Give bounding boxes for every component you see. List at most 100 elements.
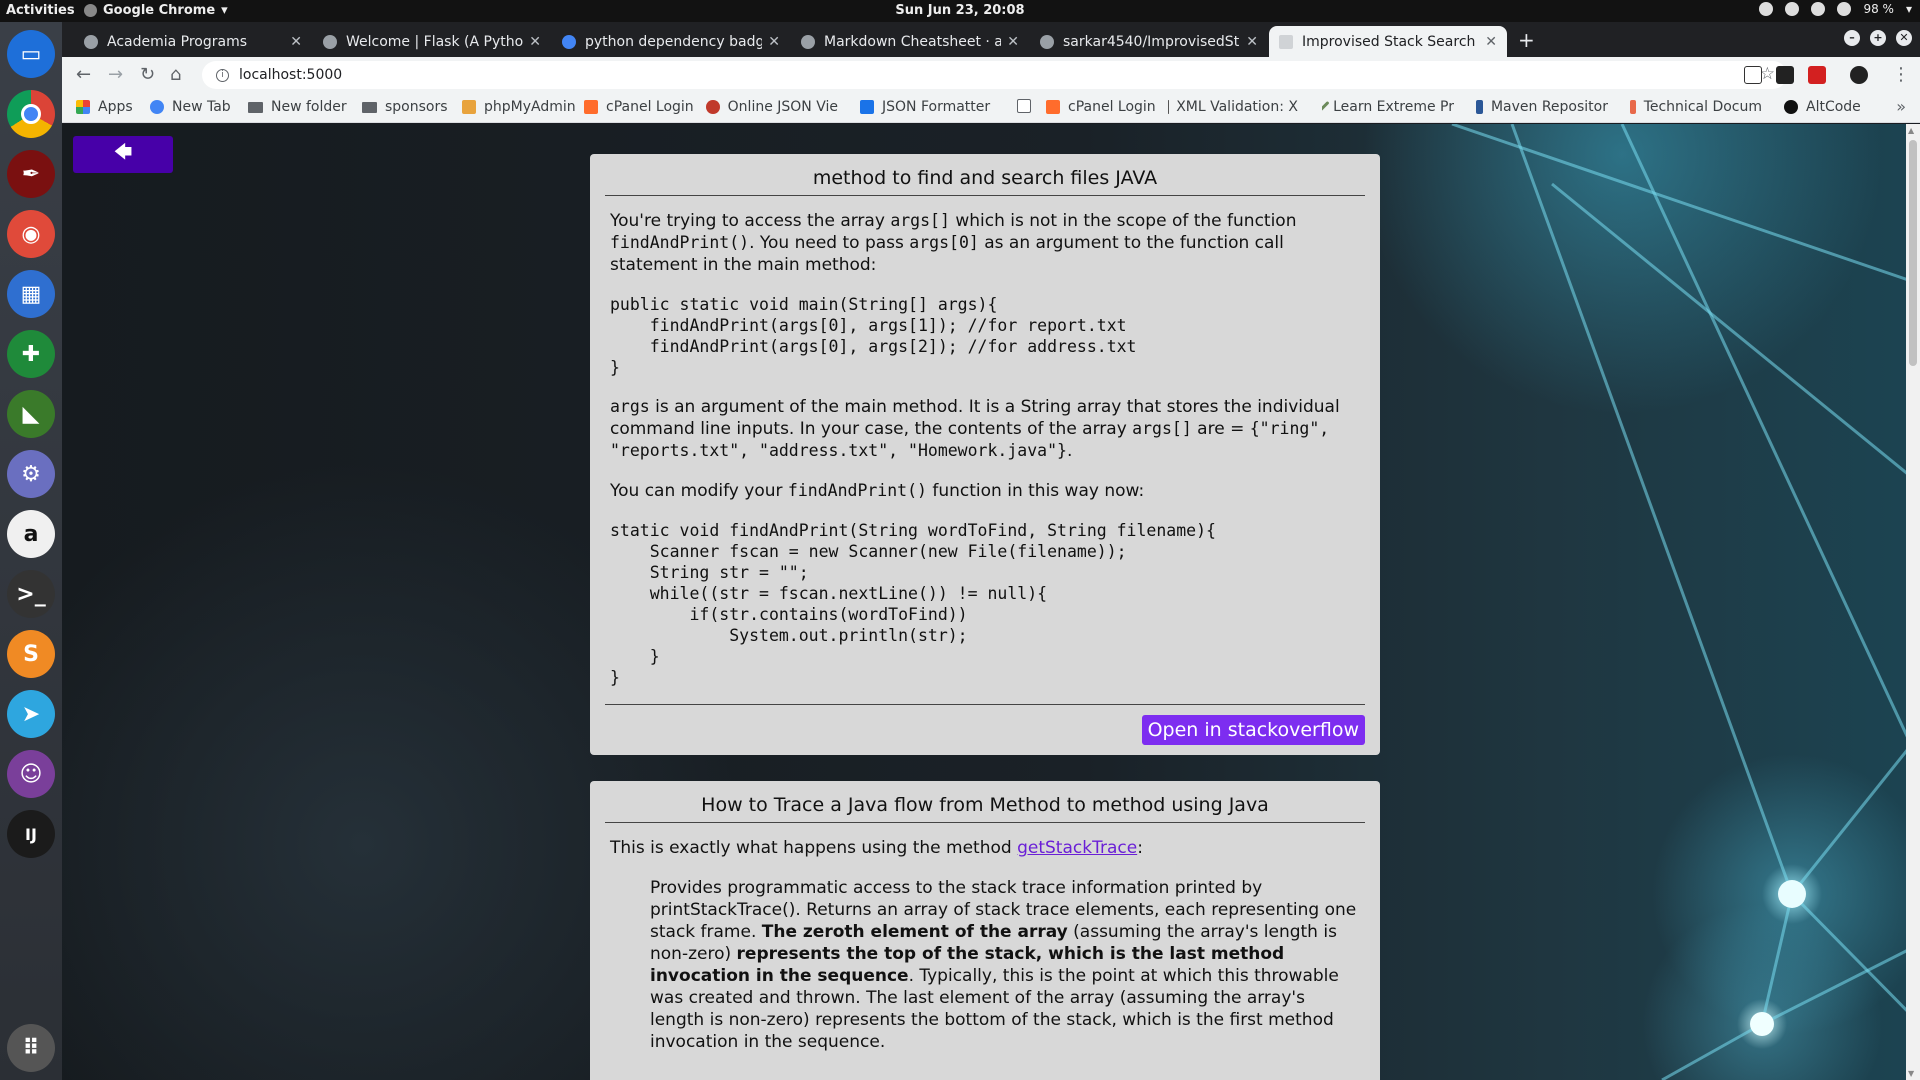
open-in-stackoverflow-button[interactable]: Open in stackoverflow: [1141, 715, 1365, 745]
bookmark-folder[interactable]: sponsors: [362, 99, 448, 115]
volume-icon[interactable]: [1811, 2, 1826, 16]
clock[interactable]: Sun Jun 23, 20:08: [0, 3, 1920, 18]
bookmark-item[interactable]: XML Validation: X: [1168, 99, 1298, 115]
address-bar[interactable]: i localhost:5000 ☆: [202, 61, 1787, 89]
amazon-icon[interactable]: a: [7, 510, 55, 558]
tab[interactable]: Academia Programs ✕: [74, 26, 312, 57]
answer-paragraph: You're trying to access the array args[]…: [610, 211, 1297, 275]
answer-paragraph: You can modify your findAndPrint() funct…: [610, 481, 1145, 501]
bookmark-item[interactable]: [1017, 99, 1039, 113]
scroll-down-icon[interactable]: ▼: [1908, 1069, 1914, 1078]
card-body: This is exactly what happens using the m…: [605, 823, 1365, 1053]
quote-block: Provides programmatic access to the stac…: [650, 878, 1357, 1052]
network-icon[interactable]: [1785, 2, 1800, 16]
back-arrow-icon[interactable]: ←: [76, 64, 91, 85]
maximize-icon[interactable]: +: [1870, 30, 1886, 46]
bookmark-label: AltCode: [1806, 99, 1861, 115]
close-icon[interactable]: ✕: [1485, 34, 1497, 50]
activities-button[interactable]: Activities: [6, 3, 75, 18]
google-icon: [150, 100, 164, 114]
bookmark-item[interactable]: cPanel Login: [1046, 99, 1156, 115]
info-icon[interactable]: i: [216, 68, 229, 82]
settings-icon[interactable]: ⚙: [7, 450, 55, 498]
bookmark-item[interactable]: Online JSON Vie: [706, 99, 838, 115]
chrome-icon[interactable]: [7, 90, 55, 138]
menu-kebab-icon[interactable]: ⋮: [1892, 64, 1910, 85]
scrollbar-thumb[interactable]: [1909, 140, 1917, 366]
app-menu-label: Google Chrome: [103, 3, 216, 18]
battery-icon[interactable]: [1837, 2, 1852, 16]
bookmark-item[interactable]: Learn Extreme Pr: [1322, 99, 1454, 115]
bookmarks-bar: Apps New Tab New folder sponsors phpMyAd…: [62, 93, 1920, 123]
bookmark-item[interactable]: Maven Repositor: [1476, 99, 1608, 115]
cpanel-icon: [584, 100, 598, 114]
getstacktrace-link[interactable]: getStackTrace: [1017, 838, 1137, 858]
chevron-right-icon[interactable]: »: [1896, 97, 1906, 116]
extension-icon[interactable]: [1808, 66, 1826, 84]
tab-active[interactable]: Improvised Stack Search ✕: [1269, 26, 1507, 57]
new-tab-button[interactable]: +: [1518, 28, 1535, 52]
rhythmbox-icon[interactable]: ◉: [7, 210, 55, 258]
battery-level: 98 %: [1863, 2, 1894, 16]
system-top-bar: Activities Google Chrome ▾ Sun Jun 23, 2…: [0, 0, 1920, 22]
tab-label: python dependency badge: [585, 33, 763, 50]
answer-paragraph: args is an argument of the main method. …: [610, 397, 1340, 461]
bookmark-apps[interactable]: Apps: [76, 99, 133, 115]
forward-arrow-icon[interactable]: →: [108, 64, 123, 85]
pidgin-icon[interactable]: ☺: [7, 750, 55, 798]
accessibility-icon[interactable]: [1759, 2, 1774, 16]
scroll-up-icon[interactable]: ▲: [1908, 126, 1914, 135]
close-icon[interactable]: ✕: [529, 34, 541, 50]
tab-label: Academia Programs: [107, 33, 248, 50]
close-icon[interactable]: ✕: [1246, 34, 1258, 50]
system-tray[interactable]: 98 % ▾: [1759, 2, 1912, 16]
bookmark-item[interactable]: phpMyAdmin: [462, 99, 576, 115]
page-scrollbar[interactable]: ▲ ▼: [1906, 124, 1920, 1080]
editor-icon[interactable]: ◣: [7, 390, 55, 438]
bookmark-label: Apps: [98, 99, 133, 115]
bookmark-item[interactable]: Technical Docum: [1630, 99, 1762, 115]
tab[interactable]: python dependency badge ✕: [552, 26, 790, 57]
code-block: public static void main(String[] args){ …: [610, 295, 1137, 377]
bookmark-item[interactable]: cPanel Login: [584, 99, 694, 115]
terminal-icon[interactable]: >_: [7, 570, 55, 618]
tab[interactable]: Markdown Cheatsheet · ad ✕: [791, 26, 1029, 57]
sublime-icon[interactable]: S: [7, 630, 55, 678]
extension-icon[interactable]: [1776, 66, 1794, 84]
minimize-icon[interactable]: –: [1844, 30, 1860, 46]
back-button[interactable]: 🡄: [73, 136, 173, 173]
star-icon[interactable]: ☆: [1760, 64, 1775, 84]
show-apps-icon[interactable]: ⠿: [7, 1024, 55, 1072]
inkscape-icon[interactable]: ✒: [7, 150, 55, 198]
card-body: You're trying to access the array args[]…: [605, 196, 1365, 688]
tab[interactable]: Welcome | Flask (A Pytho ✕: [313, 26, 551, 57]
telegram-icon[interactable]: ➤: [7, 690, 55, 738]
bookmark-item[interactable]: JSON Formatter: [860, 99, 990, 115]
extension-icon[interactable]: [1744, 66, 1762, 84]
phpmyadmin-icon: [462, 100, 476, 114]
tab[interactable]: sarkar4540/ImprovisedSta ✕: [1030, 26, 1268, 57]
files-icon[interactable]: ▭: [7, 30, 55, 78]
tab-favicon-icon: [323, 34, 337, 49]
result-card: How to Trace a Java flow from Method to …: [590, 781, 1380, 1080]
help-icon[interactable]: ✚: [7, 330, 55, 378]
card-footer: Open in stackoverflow: [605, 704, 1365, 755]
close-icon[interactable]: ✕: [290, 34, 302, 50]
close-window-icon[interactable]: ✕: [1896, 30, 1912, 46]
home-icon[interactable]: ⌂: [170, 64, 181, 85]
bookmark-label: Online JSON Vie: [727, 99, 838, 115]
app-menu[interactable]: Google Chrome ▾: [84, 3, 228, 18]
caret-down-icon[interactable]: ▾: [1906, 2, 1912, 16]
profile-avatar[interactable]: [1850, 66, 1868, 84]
bookmark-item[interactable]: New Tab: [150, 99, 231, 115]
tab-label: sarkar4540/ImprovisedSta: [1063, 33, 1241, 50]
apps-grid-icon[interactable]: ▦: [7, 270, 55, 318]
close-icon[interactable]: ✕: [1007, 34, 1019, 50]
tab-favicon-icon: [84, 34, 98, 49]
bookmark-item[interactable]: AltCode: [1784, 99, 1861, 115]
reload-icon[interactable]: ↻: [140, 64, 155, 85]
bookmark-label: New Tab: [172, 99, 231, 115]
bookmark-folder[interactable]: New folder: [248, 99, 347, 115]
close-icon[interactable]: ✕: [768, 34, 780, 50]
intellij-icon[interactable]: IJ: [7, 810, 55, 858]
